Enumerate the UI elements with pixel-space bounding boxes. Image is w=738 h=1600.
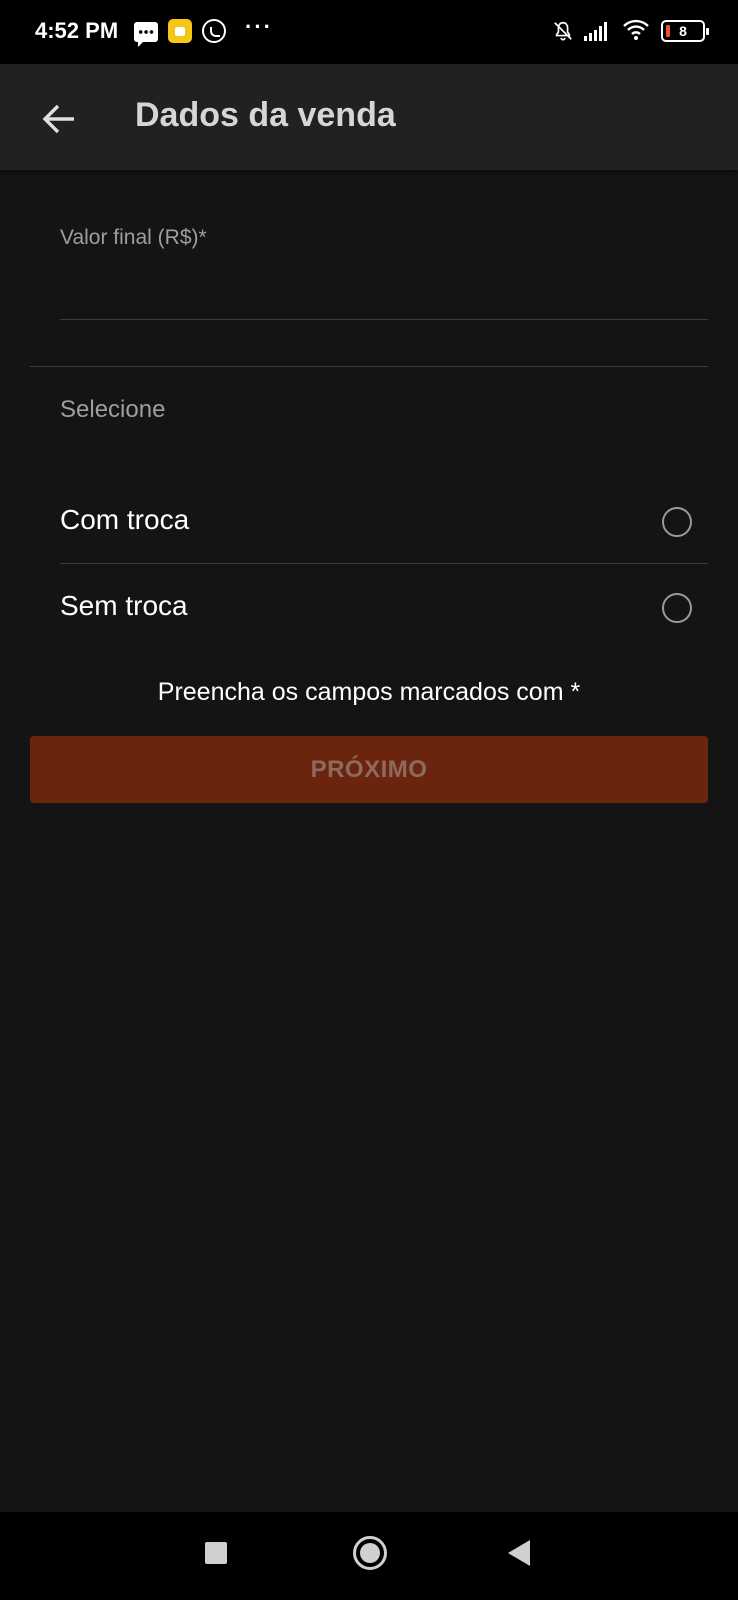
final-value-label: Valor final (R$)* xyxy=(60,226,207,249)
option-label: Sem troca xyxy=(60,590,188,621)
select-section-label: Selecione xyxy=(60,396,166,423)
shopping-icon xyxy=(168,19,192,43)
more-notifications-icon: ··· xyxy=(245,14,273,39)
message-icon xyxy=(134,22,158,47)
next-button[interactable]: PRÓXIMO xyxy=(30,736,708,803)
navigation-bar xyxy=(0,1512,738,1600)
whatsapp-icon xyxy=(202,19,226,43)
radio-button[interactable] xyxy=(662,507,692,537)
option-label: Com troca xyxy=(60,504,190,535)
recents-icon[interactable] xyxy=(205,1542,227,1564)
option-sem-troca[interactable]: Sem troca xyxy=(60,564,708,650)
signal-icon xyxy=(584,22,607,41)
radio-button[interactable] xyxy=(662,593,692,623)
required-fields-hint: Preencha os campos marcados com * xyxy=(157,678,581,706)
page-title: Dados da venda xyxy=(135,96,396,134)
status-bar: 4:52 PM ··· 8 xyxy=(0,0,738,64)
divider xyxy=(30,366,708,367)
home-icon[interactable] xyxy=(353,1536,387,1570)
back-icon[interactable] xyxy=(508,1540,530,1566)
app-bar: Dados da venda xyxy=(0,64,738,170)
status-time: 4:52 PM xyxy=(35,18,119,43)
battery-level: 8 xyxy=(679,23,687,39)
final-value-input[interactable] xyxy=(60,262,708,320)
battery-icon: 8 xyxy=(661,20,709,42)
wifi-icon xyxy=(623,19,649,40)
bell-off-icon xyxy=(554,21,572,41)
arrow-back-icon[interactable] xyxy=(38,97,82,141)
option-com-troca[interactable]: Com troca xyxy=(60,478,708,564)
